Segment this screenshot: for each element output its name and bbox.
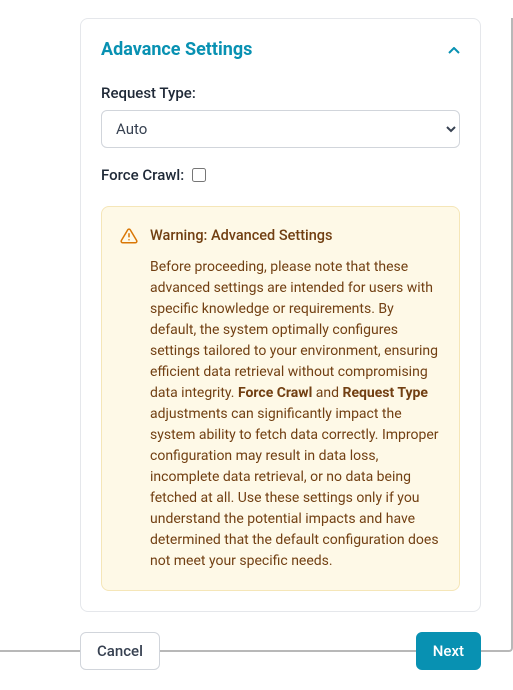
force-crawl-checkbox[interactable]	[192, 168, 206, 182]
panel-header[interactable]: Adavance Settings	[101, 39, 460, 60]
warning-title: Warning: Advanced Settings	[150, 225, 441, 247]
warning-box: Warning: Advanced Settings Before procee…	[101, 206, 460, 591]
footer: Cancel Next	[80, 632, 481, 690]
cancel-button[interactable]: Cancel	[80, 632, 160, 670]
warning-text-prefix: Before proceeding, please note that thes…	[150, 259, 438, 401]
warning-text-mid: and	[312, 385, 342, 401]
warning-bold-1: Force Crawl	[238, 385, 312, 401]
warning-content: Warning: Advanced Settings Before procee…	[150, 225, 441, 572]
warning-text-suffix: adjustments can significantly impact the…	[150, 406, 439, 569]
warning-body: Before proceeding, please note that thes…	[150, 257, 441, 572]
warning-triangle-icon	[120, 225, 138, 572]
warning-bold-2: Request Type	[342, 385, 428, 401]
request-type-select[interactable]: Auto	[101, 110, 460, 148]
advanced-settings-panel: Adavance Settings Request Type: Auto For…	[80, 18, 481, 612]
next-button[interactable]: Next	[416, 632, 481, 670]
force-crawl-label: Force Crawl:	[101, 166, 184, 184]
request-type-label: Request Type:	[101, 84, 460, 102]
panel-title: Adavance Settings	[101, 39, 252, 60]
chevron-up-icon	[448, 40, 460, 59]
